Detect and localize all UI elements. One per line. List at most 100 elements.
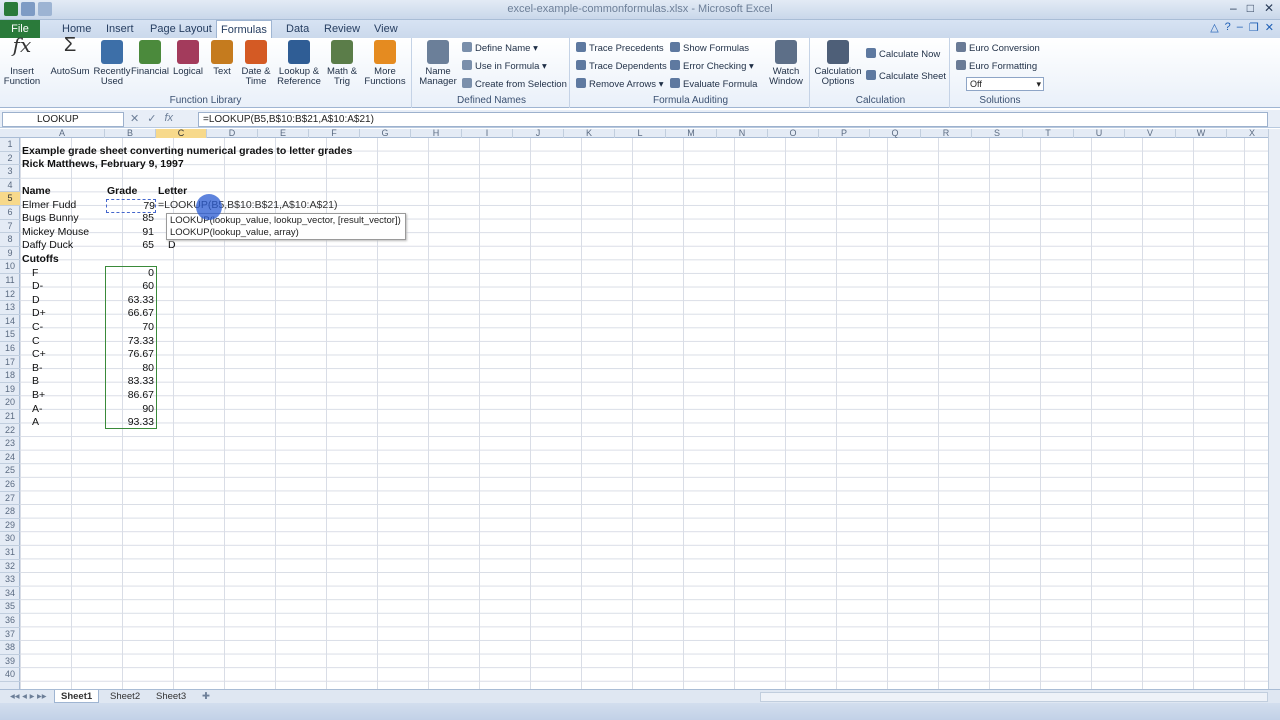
row-header[interactable]: 28 <box>0 505 20 519</box>
cutoff-letter[interactable]: D- <box>32 280 43 294</box>
watch-window-button[interactable]: Watch Window <box>766 40 806 87</box>
column-header[interactable]: O <box>768 129 819 138</box>
maximize-icon[interactable]: □ <box>1247 1 1254 15</box>
sheet-tab-2[interactable]: Sheet2 <box>104 690 146 703</box>
row-header[interactable]: 15 <box>0 328 20 342</box>
cutoff-value[interactable]: 0 <box>106 267 154 281</box>
cutoff-value[interactable]: 90 <box>106 403 154 417</box>
row-header[interactable]: 14 <box>0 315 20 329</box>
name-box[interactable]: LOOKUP <box>2 112 124 127</box>
column-header[interactable]: H <box>411 129 462 138</box>
student-letter[interactable]: D <box>168 239 176 253</box>
column-header[interactable]: V <box>1125 129 1176 138</box>
student-letter-formula[interactable]: =LOOKUP(B5,B$10:B$21,A$10:A$21) <box>158 199 338 213</box>
help-icon[interactable]: ? <box>1225 21 1231 34</box>
math-trig-button[interactable]: Math & Trig <box>322 40 362 87</box>
column-header[interactable]: N <box>717 129 768 138</box>
sheet-subtitle[interactable]: Rick Matthews, February 9, 1997 <box>22 158 184 172</box>
workbook-close-icon[interactable]: ✕ <box>1265 21 1274 34</box>
vertical-scrollbar[interactable] <box>1268 129 1280 689</box>
row-header[interactable]: 6 <box>0 206 20 220</box>
cutoff-letter[interactable]: A <box>32 416 39 430</box>
row-header[interactable]: 3 <box>0 165 20 179</box>
enter-icon[interactable]: ✓ <box>147 112 156 125</box>
show-formulas-button[interactable]: Show Formulas <box>670 42 749 56</box>
row-header[interactable]: 38 <box>0 641 20 655</box>
column-header[interactable]: P <box>819 129 870 138</box>
row-header[interactable]: 18 <box>0 369 20 383</box>
recently-used-button[interactable]: Recently Used <box>92 40 132 87</box>
student-grade[interactable]: 79 <box>106 199 156 213</box>
cutoff-letter[interactable]: F <box>32 267 38 281</box>
cutoffs-label[interactable]: Cutoffs <box>22 253 59 267</box>
cutoff-letter[interactable]: B <box>32 375 39 389</box>
row-header[interactable]: 5 <box>0 192 20 206</box>
cutoff-value[interactable]: 73.33 <box>106 335 154 349</box>
row-header[interactable]: 36 <box>0 614 20 628</box>
row-header[interactable]: 35 <box>0 600 20 614</box>
row-header[interactable]: 4 <box>0 179 20 193</box>
lookup-reference-button[interactable]: Lookup & Reference <box>276 40 322 87</box>
calculation-options-button[interactable]: Calculation Options <box>814 40 862 87</box>
workbook-restore-icon[interactable]: ❐ <box>1249 21 1259 34</box>
column-header[interactable]: I <box>462 129 513 138</box>
row-header[interactable]: 32 <box>0 560 20 574</box>
tooltip-syntax-array[interactable]: LOOKUP(lookup_value, array) <box>170 227 402 239</box>
sheet-tab-1[interactable]: Sheet1 <box>54 690 100 703</box>
sheet-title[interactable]: Example grade sheet converting numerical… <box>22 145 352 159</box>
column-header[interactable]: F <box>309 129 360 138</box>
cutoff-value[interactable]: 76.67 <box>106 348 154 362</box>
student-grade[interactable]: 91 <box>106 226 154 240</box>
row-header[interactable]: 19 <box>0 383 20 397</box>
column-header[interactable]: M <box>666 129 717 138</box>
row-header[interactable]: 10 <box>0 260 20 274</box>
financial-button[interactable]: Financial <box>130 40 170 77</box>
row-header[interactable]: 16 <box>0 342 20 356</box>
column-header[interactable]: W <box>1176 129 1227 138</box>
row-header[interactable]: 22 <box>0 424 20 438</box>
cutoff-value[interactable]: 63.33 <box>106 294 154 308</box>
sheet-nav-arrows[interactable]: ◂◂ ◂ ▸ ▸▸ <box>4 690 53 703</box>
insert-function-button[interactable]: fx Insert Function <box>2 35 42 87</box>
cutoff-letter[interactable]: C <box>32 335 40 349</box>
trace-precedents-button[interactable]: Trace Precedents <box>576 42 664 56</box>
cutoff-value[interactable]: 66.67 <box>106 307 154 321</box>
cutoff-letter[interactable]: D+ <box>32 307 46 321</box>
row-header[interactable]: 13 <box>0 301 20 315</box>
column-header[interactable]: C <box>156 129 207 138</box>
cutoff-letter[interactable]: D <box>32 294 40 308</box>
column-header[interactable]: Q <box>870 129 921 138</box>
column-header[interactable]: U <box>1074 129 1125 138</box>
cutoff-value[interactable]: 80 <box>106 362 154 376</box>
row-header[interactable]: 26 <box>0 478 20 492</box>
tab-review[interactable]: Review <box>320 20 364 38</box>
cutoff-value[interactable]: 93.33 <box>106 416 154 430</box>
workbook-minimize-icon[interactable]: – <box>1237 21 1243 34</box>
calculate-now-button[interactable]: Calculate Now <box>866 48 940 62</box>
student-name[interactable]: Elmer Fudd <box>22 199 76 213</box>
header-name[interactable]: Name <box>22 185 51 199</box>
column-header[interactable]: S <box>972 129 1023 138</box>
column-header[interactable]: X <box>1227 129 1268 138</box>
row-header[interactable]: 20 <box>0 396 20 410</box>
euro-conversion-button[interactable]: Euro Conversion <box>956 42 1040 56</box>
calculate-sheet-button[interactable]: Calculate Sheet <box>866 70 946 84</box>
row-header[interactable]: 33 <box>0 573 20 587</box>
close-icon[interactable]: ✕ <box>1264 1 1274 15</box>
horizontal-scrollbar[interactable] <box>760 692 1268 702</box>
row-header[interactable]: 34 <box>0 587 20 601</box>
cutoff-letter[interactable]: B+ <box>32 389 45 403</box>
column-header[interactable]: K <box>564 129 615 138</box>
row-header[interactable]: 12 <box>0 288 20 302</box>
row-header[interactable]: 29 <box>0 519 20 533</box>
more-functions-button[interactable]: More Functions <box>362 40 408 87</box>
minimize-icon[interactable]: – <box>1230 1 1237 15</box>
row-header[interactable]: 23 <box>0 437 20 451</box>
row-header[interactable]: 31 <box>0 546 20 560</box>
tab-view[interactable]: View <box>370 20 402 38</box>
row-header[interactable]: 11 <box>0 274 20 288</box>
error-checking-button[interactable]: Error Checking ▾ <box>670 60 754 74</box>
student-grade[interactable]: 85 <box>106 212 154 226</box>
cancel-icon[interactable]: ✕ <box>130 112 139 125</box>
column-header[interactable]: D <box>207 129 258 138</box>
